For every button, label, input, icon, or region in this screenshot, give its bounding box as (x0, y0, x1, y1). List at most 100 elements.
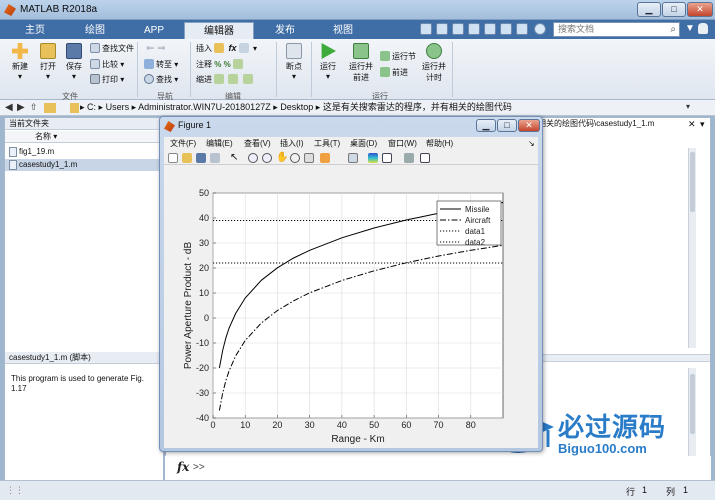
y-tick-label: 30 (199, 238, 209, 248)
file-list-item-selected[interactable]: casestudy1_1.m (5, 159, 163, 171)
run-and-advance-button[interactable]: 运行并前进 (346, 43, 376, 83)
hide-plot-tools-icon[interactable] (404, 153, 414, 163)
status-col-label: 列 (666, 487, 676, 497)
save-figure-icon[interactable] (196, 153, 206, 163)
editor-scrollbar-thumb[interactable] (690, 152, 695, 212)
new-button[interactable]: 新建 ▾ (8, 43, 32, 81)
editor-options-icon[interactable]: ▾ (700, 119, 705, 130)
nav-back-icon[interactable]: ⇐ ⇒ (146, 43, 166, 54)
new-figure-icon[interactable] (168, 153, 178, 163)
run-button[interactable]: 运行 ▾ (316, 43, 340, 81)
figure-minimize-button[interactable]: ▁ (476, 119, 496, 132)
menu-window[interactable]: 窗口(W) (388, 137, 417, 151)
path-segment[interactable]: 这是有关搜索雷达的程序，并有相关的绘图代码 (323, 102, 512, 112)
address-dropdown-icon[interactable]: ▾ (686, 102, 690, 111)
file-list-item[interactable]: fig1_19.m (5, 146, 163, 158)
figure-maximize-button[interactable]: □ (497, 119, 517, 132)
minimize-button[interactable]: ▁ (637, 2, 661, 17)
bell-icon[interactable] (698, 23, 708, 34)
paste-quick-icon[interactable] (468, 23, 480, 35)
editor-close-icon[interactable]: ✕ (688, 119, 696, 130)
menu-view[interactable]: 查看(V) (244, 137, 271, 151)
fx-icon[interactable]: fx (177, 460, 189, 474)
open-button[interactable]: 打开 ▾ (36, 43, 60, 81)
column-name-header[interactable]: 名称 (35, 132, 51, 141)
zoom-in-icon[interactable] (248, 153, 258, 163)
comment-label: 注释 (196, 60, 212, 69)
print-button[interactable]: 打印 ▾ (90, 74, 124, 85)
menu-dock-icon[interactable]: ↘ (528, 137, 535, 151)
goto-button[interactable]: 转至 ▾ (144, 59, 178, 70)
insert-icon (214, 43, 225, 53)
save-quick-icon[interactable] (420, 23, 432, 35)
edit-plot-cursor-icon[interactable]: ↖ (230, 153, 240, 163)
run-section-button[interactable]: 运行节 (380, 51, 416, 62)
tab-editor[interactable]: 编辑器 (184, 22, 254, 39)
address-path[interactable]: ▸ C: ▸ Users ▸ Administrator.WIN7U-20180… (80, 101, 680, 114)
find-button[interactable]: 查找 ▾ (144, 74, 178, 85)
indent-button[interactable]: 缩进 (196, 74, 255, 85)
comment-button[interactable]: 注释 % % (196, 59, 245, 70)
copy-quick-icon[interactable] (452, 23, 464, 35)
run-time-label: 运行并计时 (422, 62, 446, 82)
tab-home[interactable]: 主页 (8, 22, 62, 39)
insert-button[interactable]: 插入 fx ▾ (196, 43, 257, 54)
zoom-out-icon[interactable] (262, 153, 272, 163)
filter-icon[interactable]: ▼ (685, 23, 695, 34)
tab-apps[interactable]: APP (128, 22, 180, 39)
figure-window[interactable]: Figure 1 ▁ □ ✕ 文件(F) 编辑(E) 查看(V) 插入(I) 工… (159, 116, 543, 452)
compare-button[interactable]: 比较 ▾ (90, 59, 124, 70)
save-button[interactable]: 保存 ▾ (63, 43, 85, 81)
menu-edit[interactable]: 编辑(E) (206, 137, 233, 151)
open-file-icon[interactable] (182, 153, 192, 163)
browse-folder-icon[interactable] (44, 103, 56, 113)
tab-publish[interactable]: 发布 (256, 22, 314, 39)
up-folder-icon[interactable]: ⇧ (30, 102, 38, 113)
run-and-time-button[interactable]: 运行并计时 (420, 43, 448, 83)
breakpoints-button[interactable]: 断点 ▾ (281, 43, 307, 81)
editor-file-tab[interactable]: 相关的绘图代码\casestudy1_1.m (538, 118, 698, 130)
tab-plots[interactable]: 绘图 (66, 22, 124, 39)
decrease-indent-icon (242, 74, 253, 84)
address-bar: ◀ ▶ ⇧ ▸ C: ▸ Users ▸ Administrator.WIN7U… (0, 100, 715, 116)
new-plus-icon (12, 43, 28, 59)
undo-quick-icon[interactable] (484, 23, 496, 35)
menu-tools[interactable]: 工具(T) (314, 137, 340, 151)
insert-section-icon (238, 43, 249, 53)
path-segment[interactable]: Desktop (280, 102, 313, 112)
back-arrow-icon[interactable]: ◀ (5, 102, 13, 113)
maximize-button[interactable]: □ (662, 2, 686, 17)
cut-quick-icon[interactable] (436, 23, 448, 35)
legend-label: data2 (465, 238, 486, 247)
colorbar-icon[interactable] (368, 153, 378, 163)
legend-toggle-icon[interactable] (382, 153, 392, 163)
close-button[interactable]: ✕ (687, 2, 713, 17)
redo-quick-icon[interactable] (500, 23, 512, 35)
editor-scrollbar[interactable] (688, 148, 696, 348)
advance-button[interactable]: 前进 (380, 67, 408, 78)
brush-icon[interactable] (320, 153, 330, 163)
line-chart[interactable]: 0 10 20 30 40 50 60 70 80 -40 -30 -20 -10 0 10 20 30 40 50… (164, 165, 538, 448)
goto-arrow-icon (144, 59, 154, 69)
search-documentation-input[interactable]: 搜索文档 ⌕ (553, 22, 680, 37)
path-segment[interactable]: Users (106, 102, 130, 112)
panel-divider[interactable] (538, 354, 710, 362)
data-cursor-icon[interactable] (304, 153, 314, 163)
path-segment[interactable]: Administrator.WIN7U-20180127Z (138, 102, 271, 112)
forward-arrow-icon[interactable]: ▶ (17, 102, 25, 113)
rotate-3d-icon[interactable] (290, 153, 300, 163)
menu-help[interactable]: 帮助(H) (426, 137, 453, 151)
pan-hand-icon[interactable]: ✋ (276, 153, 288, 163)
menu-desktop[interactable]: 桌面(D) (350, 137, 377, 151)
show-plot-tools-icon[interactable] (420, 153, 430, 163)
switch-windows-icon[interactable] (516, 23, 528, 35)
link-plot-icon[interactable] (348, 153, 358, 163)
print-figure-icon[interactable] (210, 153, 220, 163)
help-quick-icon[interactable] (534, 23, 546, 35)
find-files-button[interactable]: 查找文件 (90, 43, 134, 54)
path-segment[interactable]: C: (87, 102, 96, 112)
menu-insert[interactable]: 插入(I) (280, 137, 304, 151)
menu-file[interactable]: 文件(F) (170, 137, 196, 151)
figure-close-button[interactable]: ✕ (518, 119, 540, 132)
tab-view[interactable]: 视图 (318, 22, 368, 39)
